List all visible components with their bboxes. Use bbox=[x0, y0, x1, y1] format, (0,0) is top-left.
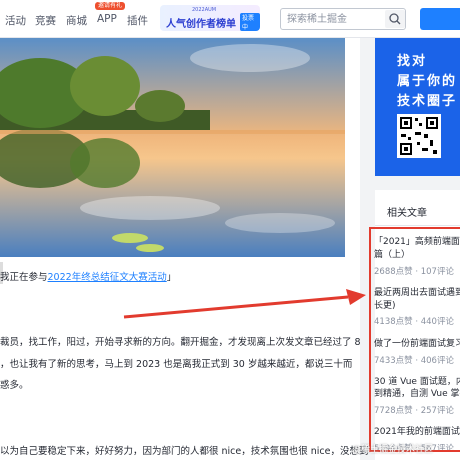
highlight-box bbox=[369, 227, 460, 452]
cover-image bbox=[0, 38, 345, 257]
banner-year: 2022AUM bbox=[192, 7, 217, 13]
campaign-link[interactable]: 2022年终总结征文大赛活动 bbox=[48, 272, 167, 283]
intro-line: 我正在参与2022年终总结征文大赛活动」 bbox=[0, 272, 177, 283]
article-content: 我正在参与2022年终总结征文大赛活动」 裁员，找工作，阳过，开始寻求新的方向。… bbox=[0, 38, 369, 460]
paragraph-line: 惑多。 bbox=[0, 380, 29, 391]
annotation-arrow bbox=[123, 289, 366, 319]
banner-title: 人气创作者榜单 bbox=[166, 19, 236, 30]
paragraph-line: 裁员，找工作，阳过，开始寻求新的方向。翻开掘金，才发现离上次发文章已经过了 8 bbox=[0, 337, 361, 348]
banner-tag: 投票中 bbox=[240, 13, 260, 31]
nav-item-mall[interactable]: 商城 bbox=[66, 13, 87, 28]
nav-item-activity[interactable]: 活动 bbox=[5, 13, 26, 28]
paragraph-line: 以为自己要稳定下来，好好努力，因为部门的人都很 nice，技术氛围也很 nice… bbox=[0, 446, 369, 457]
nav-item-plugins[interactable]: 插件 bbox=[127, 13, 148, 28]
nav-item-app[interactable]: APP bbox=[97, 13, 117, 25]
watermark: @稀土掘金技术社区 bbox=[352, 445, 434, 455]
app-invite-badge: 邀请有礼 bbox=[95, 2, 126, 10]
creator-ranking-banner[interactable]: 2022AUM 人气创作者榜单 投票中 bbox=[160, 5, 260, 31]
paragraph-line: ，也让我有了新的思考，马上到 2023 也是离我正式到 30 岁越来越近，都说三… bbox=[0, 359, 353, 370]
nav-item-competition[interactable]: 竞赛 bbox=[35, 13, 56, 28]
